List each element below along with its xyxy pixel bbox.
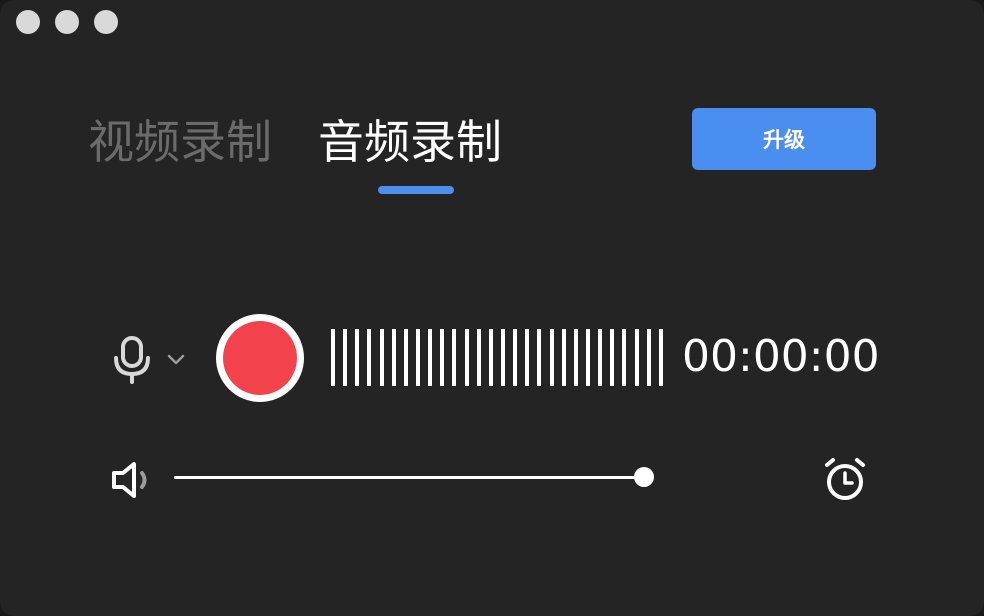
tab-video-recording[interactable]: 视频录制: [88, 112, 272, 172]
waveform-bar: [403, 329, 408, 386]
waveform-bar: [391, 329, 396, 386]
volume-slider-thumb[interactable]: [634, 467, 654, 487]
alarm-clock-icon[interactable]: [822, 456, 868, 502]
waveform-bar: [513, 329, 518, 386]
volume-slider-track[interactable]: [174, 476, 646, 479]
record-button[interactable]: [216, 314, 304, 402]
waveform-bar: [500, 329, 505, 386]
waveform-bar: [525, 329, 530, 386]
app-window: 视频录制 音频录制 升级 00:00:00: [0, 0, 984, 616]
zoom-window-button[interactable]: [94, 10, 118, 34]
minimize-window-button[interactable]: [55, 10, 79, 34]
upgrade-button[interactable]: 升级: [692, 108, 876, 170]
waveform-bar: [440, 329, 445, 386]
speaker-icon[interactable]: [110, 460, 158, 500]
window-controls: [16, 10, 118, 34]
active-tab-indicator: [378, 186, 454, 194]
waveform-bar: [610, 329, 615, 386]
waveform-bar: [415, 329, 420, 386]
waveform-bar: [343, 329, 348, 386]
waveform-bar: [658, 329, 663, 386]
waveform-bar: [598, 329, 603, 386]
waveform-bar: [428, 329, 433, 386]
waveform-bar: [573, 329, 578, 386]
close-window-button[interactable]: [16, 10, 40, 34]
waveform-bar: [488, 329, 493, 386]
waveform-bar: [331, 329, 335, 386]
waveform-bar: [379, 329, 384, 386]
waveform-bar: [464, 329, 469, 386]
waveform-bar: [537, 329, 542, 386]
audio-waveform: [331, 329, 663, 386]
waveform-bar: [355, 329, 360, 386]
chevron-down-icon[interactable]: [166, 352, 186, 366]
waveform-bar: [585, 329, 590, 386]
waveform-bar: [452, 329, 457, 386]
waveform-bar: [476, 329, 481, 386]
waveform-bar: [634, 329, 639, 386]
waveform-bar: [622, 329, 627, 386]
tab-audio-recording[interactable]: 音频录制: [318, 112, 502, 172]
microphone-icon[interactable]: [112, 336, 152, 384]
waveform-bar: [367, 329, 372, 386]
waveform-bar: [646, 329, 651, 386]
waveform-bar: [561, 329, 566, 386]
record-icon: [223, 321, 297, 395]
recording-timer: 00:00:00: [682, 331, 880, 382]
waveform-bar: [549, 329, 554, 386]
